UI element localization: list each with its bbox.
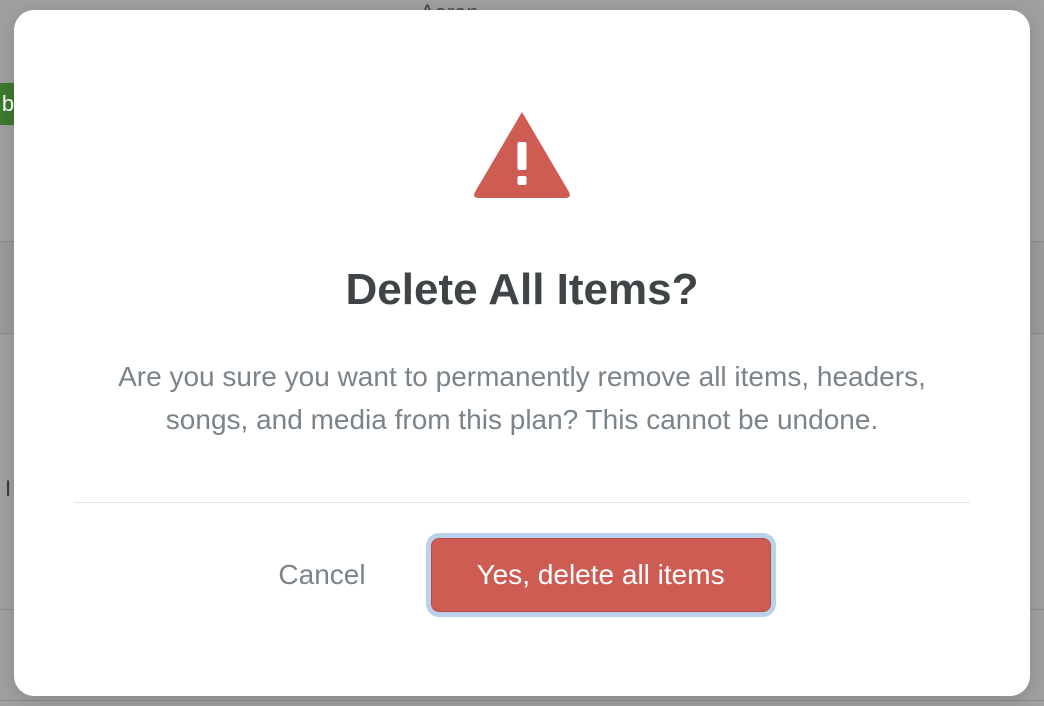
confirm-delete-modal: Delete All Items? Are you sure you want … <box>14 10 1030 696</box>
bg-side-fragment: I <box>5 476 11 502</box>
modal-body-text: Are you sure you want to permanently rem… <box>112 355 932 442</box>
modal-divider <box>74 502 970 503</box>
confirm-delete-button[interactable]: Yes, delete all items <box>431 538 771 612</box>
warning-triangle-icon <box>472 110 572 205</box>
modal-title: Delete All Items? <box>346 265 699 315</box>
bg-divider <box>0 700 1044 701</box>
modal-button-row: Cancel Yes, delete all items <box>273 538 770 612</box>
cancel-button[interactable]: Cancel <box>273 549 370 601</box>
